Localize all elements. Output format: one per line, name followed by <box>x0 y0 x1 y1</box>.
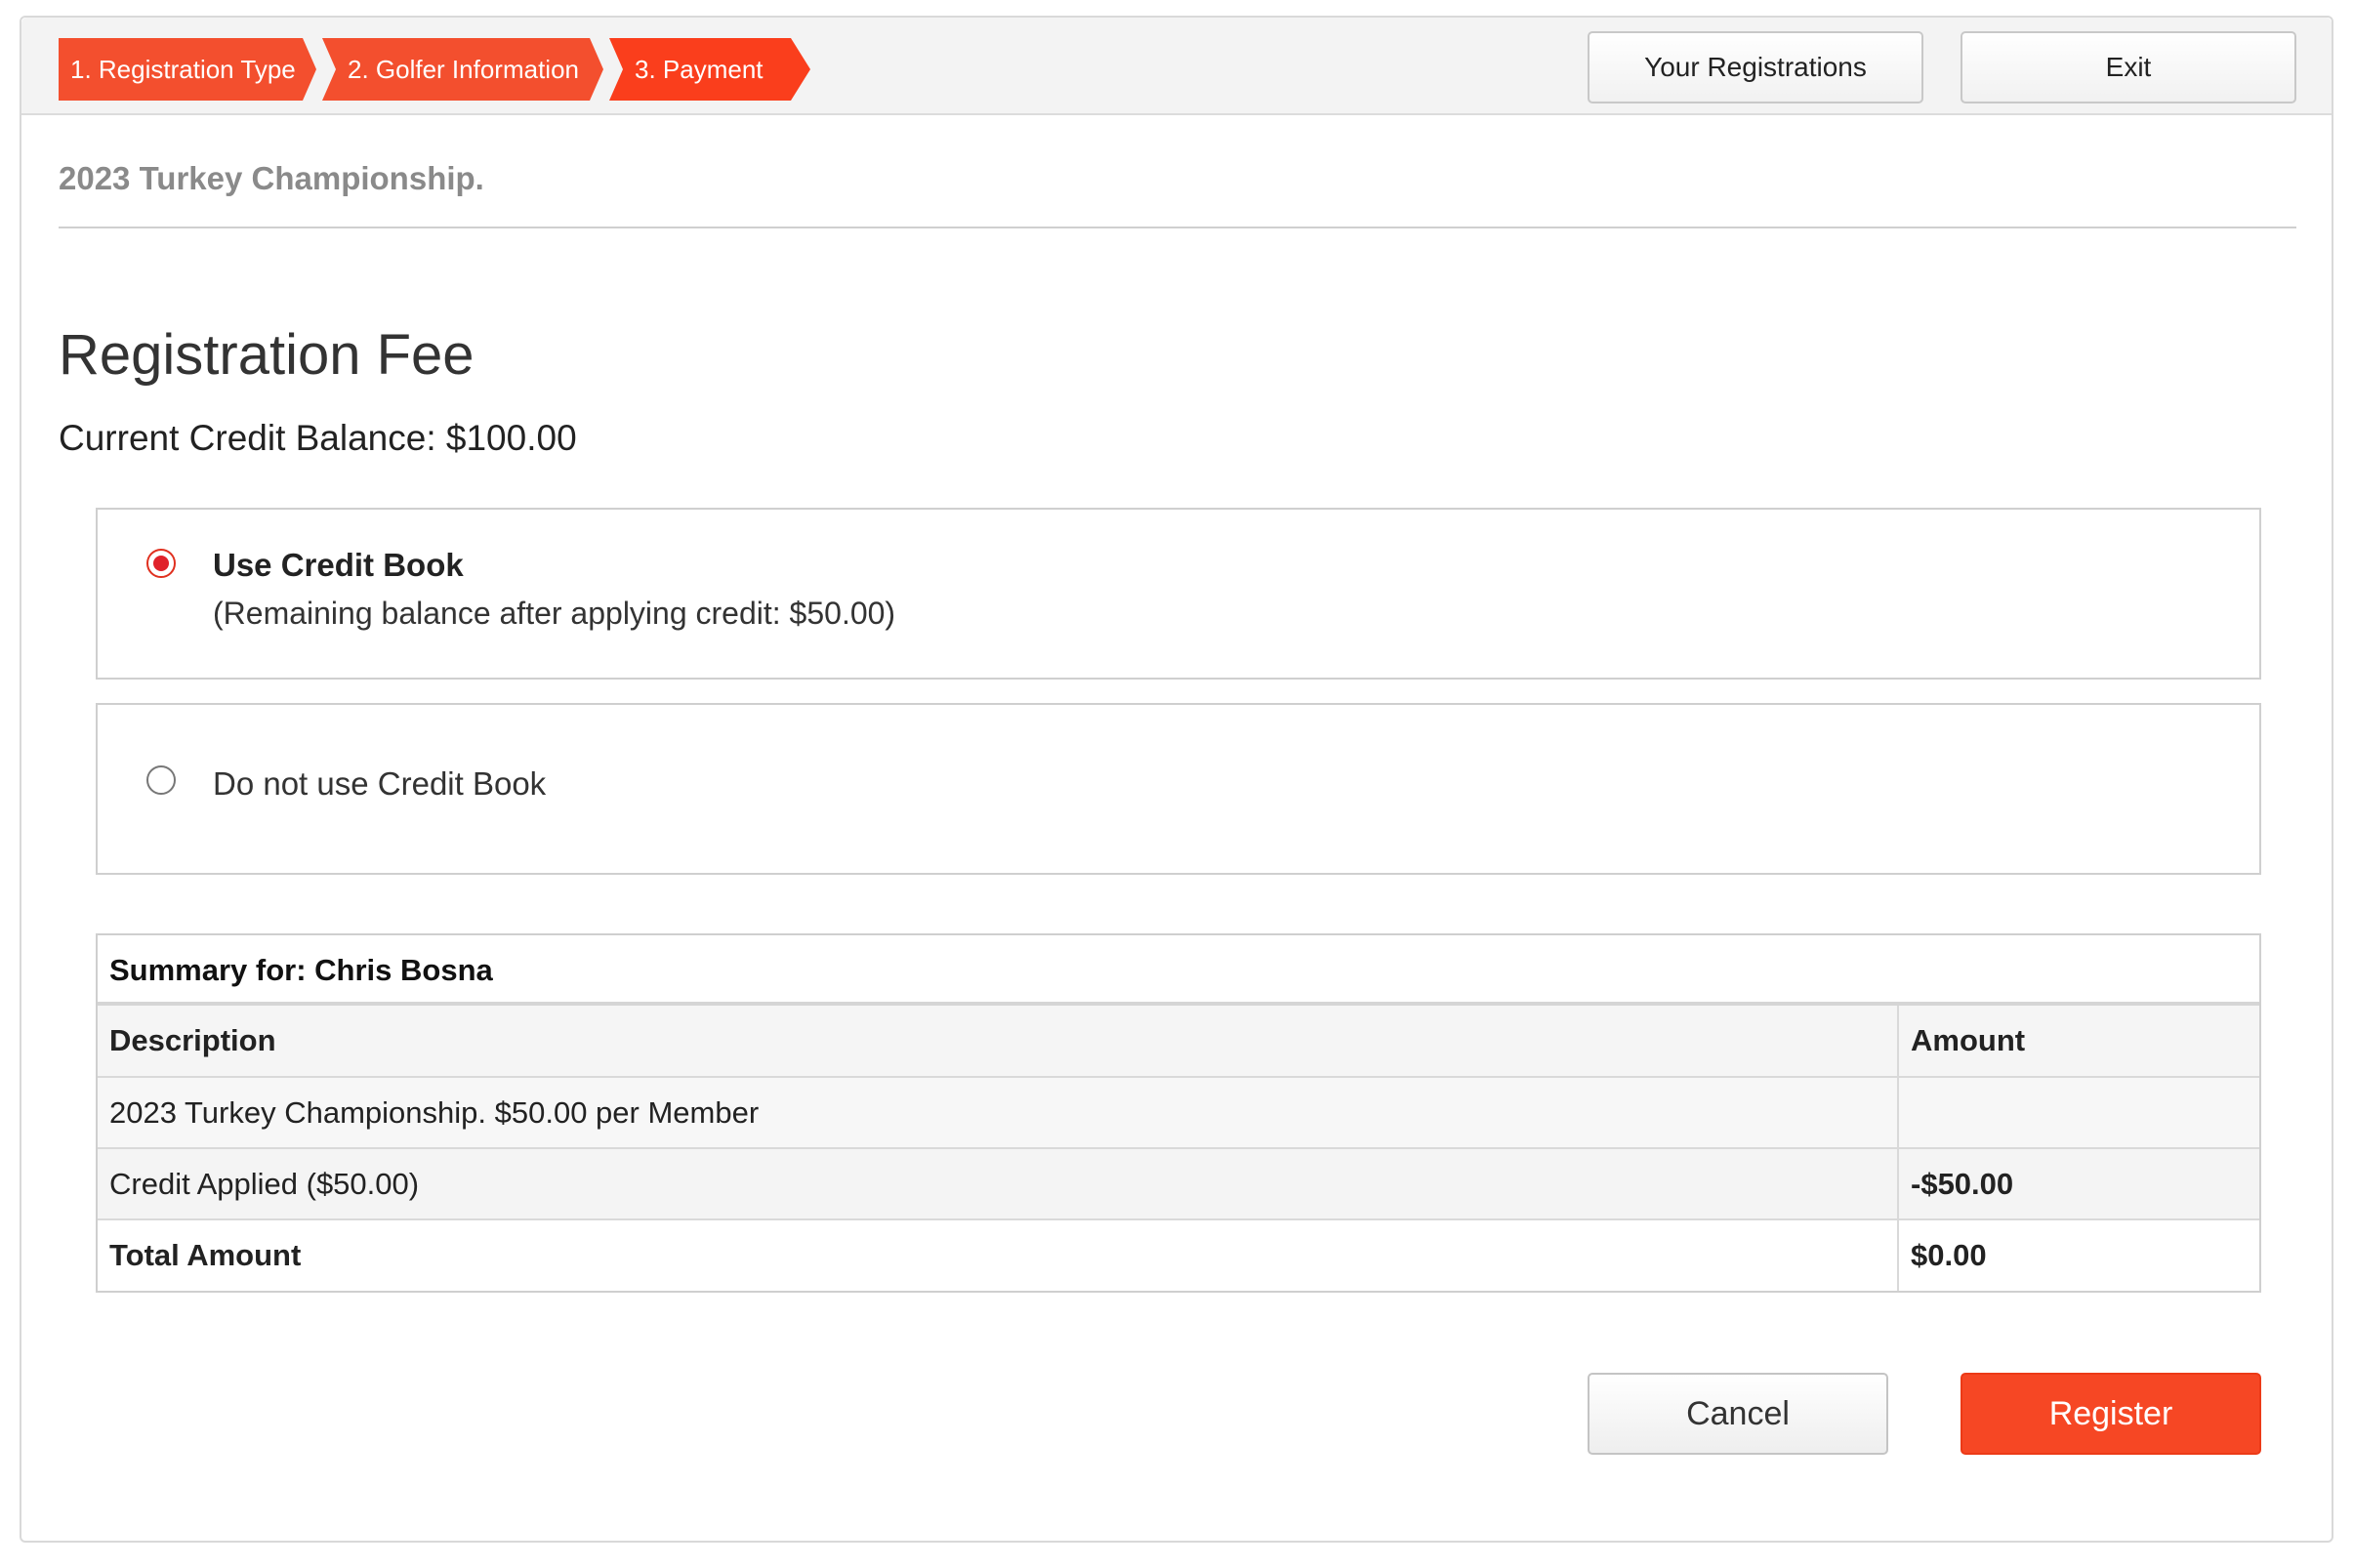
exit-button[interactable]: Exit <box>1961 31 2296 103</box>
row-description: 2023 Turkey Championship. $50.00 per Mem… <box>98 1076 1898 1148</box>
row-description: Credit Applied ($50.00) <box>98 1147 1898 1219</box>
table-row: Credit Applied ($50.00) -$50.00 <box>98 1147 2259 1219</box>
registration-window: 1. Registration Type 2. Golfer Informati… <box>20 16 2333 1543</box>
use-credit-book-label: Use Credit Book <box>213 547 464 583</box>
step-registration-type[interactable]: 1. Registration Type <box>59 38 316 101</box>
payment-summary: Summary for: Chris Bosna Description Amo… <box>96 933 2261 1293</box>
row-amount <box>1897 1076 2259 1148</box>
column-header-description: Description <box>98 1006 1898 1077</box>
row-amount: -$50.00 <box>1897 1147 2259 1219</box>
summary-title: Summary for: Chris Bosna <box>98 935 2259 1006</box>
do-not-use-credit-book-option[interactable]: Do not use Credit Book <box>96 703 2261 875</box>
page-title: Registration Fee <box>59 323 475 387</box>
table-row: 2023 Turkey Championship. $50.00 per Mem… <box>98 1076 2259 1148</box>
use-credit-book-radio[interactable] <box>146 549 176 578</box>
column-header-amount: Amount <box>1897 1006 2259 1077</box>
divider <box>59 227 2296 228</box>
do-not-use-credit-book-radio[interactable] <box>146 765 176 795</box>
cancel-button[interactable]: Cancel <box>1588 1373 1888 1455</box>
register-button[interactable]: Register <box>1961 1373 2261 1455</box>
step-payment[interactable]: 3. Payment <box>609 38 810 101</box>
your-registrations-button[interactable]: Your Registrations <box>1588 31 1923 103</box>
step-golfer-information[interactable]: 2. Golfer Information <box>322 38 603 101</box>
top-bar: 1. Registration Type 2. Golfer Informati… <box>21 18 2332 115</box>
event-title: 2023 Turkey Championship. <box>59 160 484 196</box>
remaining-balance-note: (Remaining balance after applying credit… <box>213 596 896 631</box>
use-credit-book-option[interactable]: Use Credit Book (Remaining balance after… <box>96 508 2261 680</box>
table-row: Total Amount $0.00 <box>98 1218 2259 1291</box>
table-header-row: Description Amount <box>98 1006 2259 1077</box>
summary-table: Description Amount 2023 Turkey Champions… <box>98 1006 2259 1291</box>
total-label: Total Amount <box>98 1218 1898 1291</box>
credit-balance: Current Credit Balance: $100.00 <box>59 418 577 458</box>
do-not-use-credit-book-label: Do not use Credit Book <box>213 765 547 802</box>
total-amount: $0.00 <box>1897 1218 2259 1291</box>
